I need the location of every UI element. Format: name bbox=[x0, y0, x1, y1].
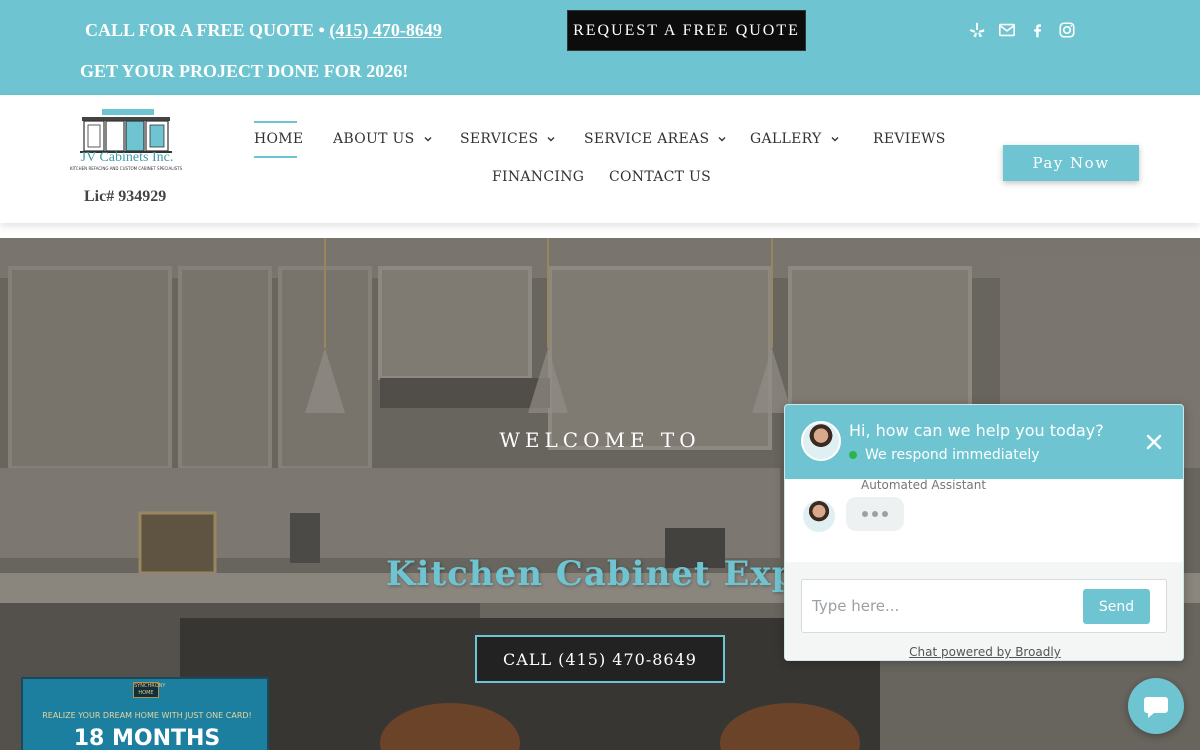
chat-status: We respond immediately bbox=[849, 447, 1040, 463]
assistant-avatar bbox=[801, 498, 837, 534]
chat-status-text: We respond immediately bbox=[865, 447, 1040, 463]
nav-gallery-label: GALLERY bbox=[750, 131, 822, 147]
agent-avatar bbox=[801, 421, 841, 461]
synchrony-logo: SYNCHRONY HOME bbox=[133, 682, 166, 698]
nav-about-us[interactable]: ABOUT US bbox=[333, 131, 433, 147]
chat-powered-by-link[interactable]: Chat powered by Broadly bbox=[785, 645, 1183, 659]
instagram-icon[interactable] bbox=[1057, 20, 1077, 40]
chevron-down-icon bbox=[718, 137, 726, 142]
hero-call-button[interactable]: CALL (415) 470-8649 bbox=[475, 635, 725, 683]
license-number: Lic# 934929 bbox=[84, 188, 167, 205]
nav-service-areas[interactable]: SERVICE AREAS bbox=[584, 131, 727, 147]
yelp-icon[interactable] bbox=[968, 20, 986, 40]
promo-offer: 18 MONTHS bbox=[73, 726, 221, 750]
logo-tagline: KITCHEN REFACING AND CUSTOM CABINET SPEC… bbox=[69, 166, 183, 171]
top-cta-text: CALL FOR A FREE QUOTE • bbox=[85, 20, 330, 40]
nav-active-indicator-bottom bbox=[254, 156, 297, 158]
nav-gallery[interactable]: GALLERY bbox=[750, 131, 840, 147]
nav-home[interactable]: HOME bbox=[254, 131, 303, 147]
chat-header: Hi, how can we help you today? We respon… bbox=[785, 405, 1183, 479]
chat-message-input[interactable] bbox=[812, 592, 1072, 620]
chevron-down-icon bbox=[547, 137, 555, 142]
top-phone-link[interactable]: (415) 470-8649 bbox=[329, 20, 441, 40]
nav-financing[interactable]: FINANCING bbox=[492, 169, 584, 185]
chat-title: Hi, how can we help you today? bbox=[849, 421, 1104, 440]
nav-home-label: HOME bbox=[254, 131, 304, 147]
close-icon[interactable] bbox=[1144, 432, 1164, 452]
hero-title: Kitchen Cabinet Exper bbox=[386, 554, 838, 594]
chat-input-box: Send bbox=[801, 579, 1167, 633]
top-cta: CALL FOR A FREE QUOTE • (415) 470-8649 bbox=[85, 20, 442, 41]
chat-launcher-button[interactable] bbox=[1128, 678, 1184, 734]
nav-contact-us[interactable]: CONTACT US bbox=[609, 169, 711, 185]
chevron-down-icon bbox=[424, 137, 432, 142]
top-tagline: GET YOUR PROJECT DONE FOR 2026! bbox=[80, 61, 409, 81]
chat-bubble-icon bbox=[1144, 697, 1168, 718]
nav-about-us-label: ABOUT US bbox=[333, 131, 415, 147]
promo-headline: REALIZE YOUR DREAM HOME WITH JUST ONE CA… bbox=[42, 711, 252, 720]
financing-promo-banner[interactable]: SYNCHRONY HOME REALIZE YOUR DREAM HOME W… bbox=[21, 677, 269, 750]
nav-service-areas-label: SERVICE AREAS bbox=[584, 131, 710, 147]
request-quote-button[interactable]: REQUEST A FREE QUOTE bbox=[567, 10, 806, 51]
nav-services[interactable]: SERVICES bbox=[460, 131, 556, 147]
typing-indicator bbox=[846, 497, 904, 531]
nav-services-label: SERVICES bbox=[460, 131, 539, 147]
chevron-down-icon bbox=[831, 137, 839, 142]
chat-composer: Send Chat powered by Broadly bbox=[785, 562, 1183, 660]
send-button[interactable]: Send bbox=[1083, 589, 1150, 624]
pay-now-button[interactable]: Pay Now bbox=[1003, 145, 1139, 181]
mail-icon[interactable] bbox=[997, 20, 1017, 40]
nav-financing-label: FINANCING bbox=[492, 169, 585, 185]
nav-active-indicator-top bbox=[254, 121, 297, 123]
top-bar: CALL FOR A FREE QUOTE • (415) 470-8649 G… bbox=[0, 0, 1200, 95]
facebook-icon[interactable] bbox=[1029, 20, 1045, 40]
nav-contact-us-label: CONTACT US bbox=[609, 169, 712, 185]
nav-reviews-label: REVIEWS bbox=[873, 131, 946, 147]
online-status-icon bbox=[849, 451, 857, 459]
nav-reviews[interactable]: REVIEWS bbox=[873, 131, 946, 147]
chat-widget: Hi, how can we help you today? We respon… bbox=[784, 404, 1184, 661]
logo-wordmark: JV Cabinets Inc. bbox=[80, 150, 174, 165]
site-header: JV Cabinets Inc. KITCHEN REFACING AND CU… bbox=[0, 95, 1200, 223]
assistant-label: Automated Assistant bbox=[861, 478, 987, 492]
